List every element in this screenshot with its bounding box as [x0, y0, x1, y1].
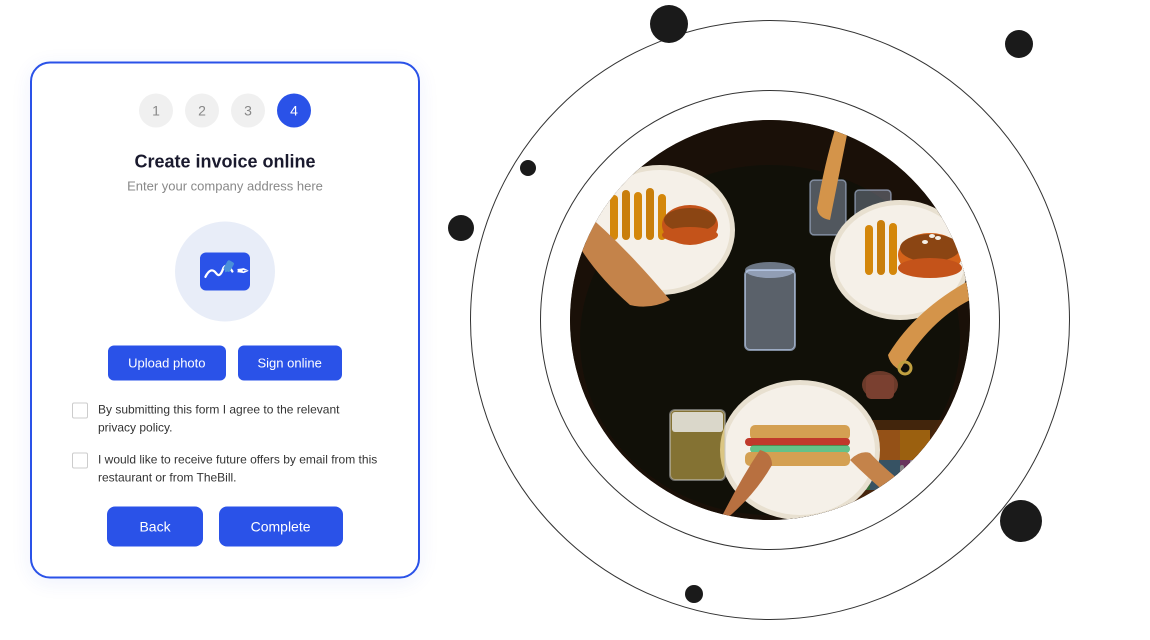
- checkbox-item-2: I would like to receive future offers by…: [72, 451, 378, 487]
- checkbox-item-1: By submitting this form I agree to the r…: [72, 401, 378, 437]
- signature-icon: [200, 253, 250, 291]
- back-button[interactable]: Back: [107, 507, 202, 547]
- checkbox-offers[interactable]: [72, 453, 88, 469]
- step-indicators: 1 2 3 4: [72, 94, 378, 128]
- checkbox-group: By submitting this form I agree to the r…: [72, 401, 378, 487]
- checkbox-privacy[interactable]: [72, 403, 88, 419]
- action-buttons: Upload photo Sign online: [72, 346, 378, 381]
- step-3[interactable]: 3: [231, 94, 265, 128]
- bottom-buttons: Back Complete: [72, 507, 378, 547]
- sign-online-button[interactable]: Sign online: [238, 346, 342, 381]
- complete-button[interactable]: Complete: [219, 507, 343, 547]
- card-subtitle: Enter your company address here: [72, 179, 378, 194]
- checkbox-privacy-label: By submitting this form I agree to the r…: [98, 401, 378, 437]
- step-4[interactable]: 4: [277, 94, 311, 128]
- signature-area: [175, 222, 275, 322]
- invoice-card: 1 2 3 4 Create invoice online Enter your…: [30, 62, 420, 579]
- upload-photo-button[interactable]: Upload photo: [108, 346, 225, 381]
- card-title: Create invoice online: [72, 152, 378, 173]
- checkbox-offers-label: I would like to receive future offers by…: [98, 451, 378, 487]
- step-2[interactable]: 2: [185, 94, 219, 128]
- step-1[interactable]: 1: [139, 94, 173, 128]
